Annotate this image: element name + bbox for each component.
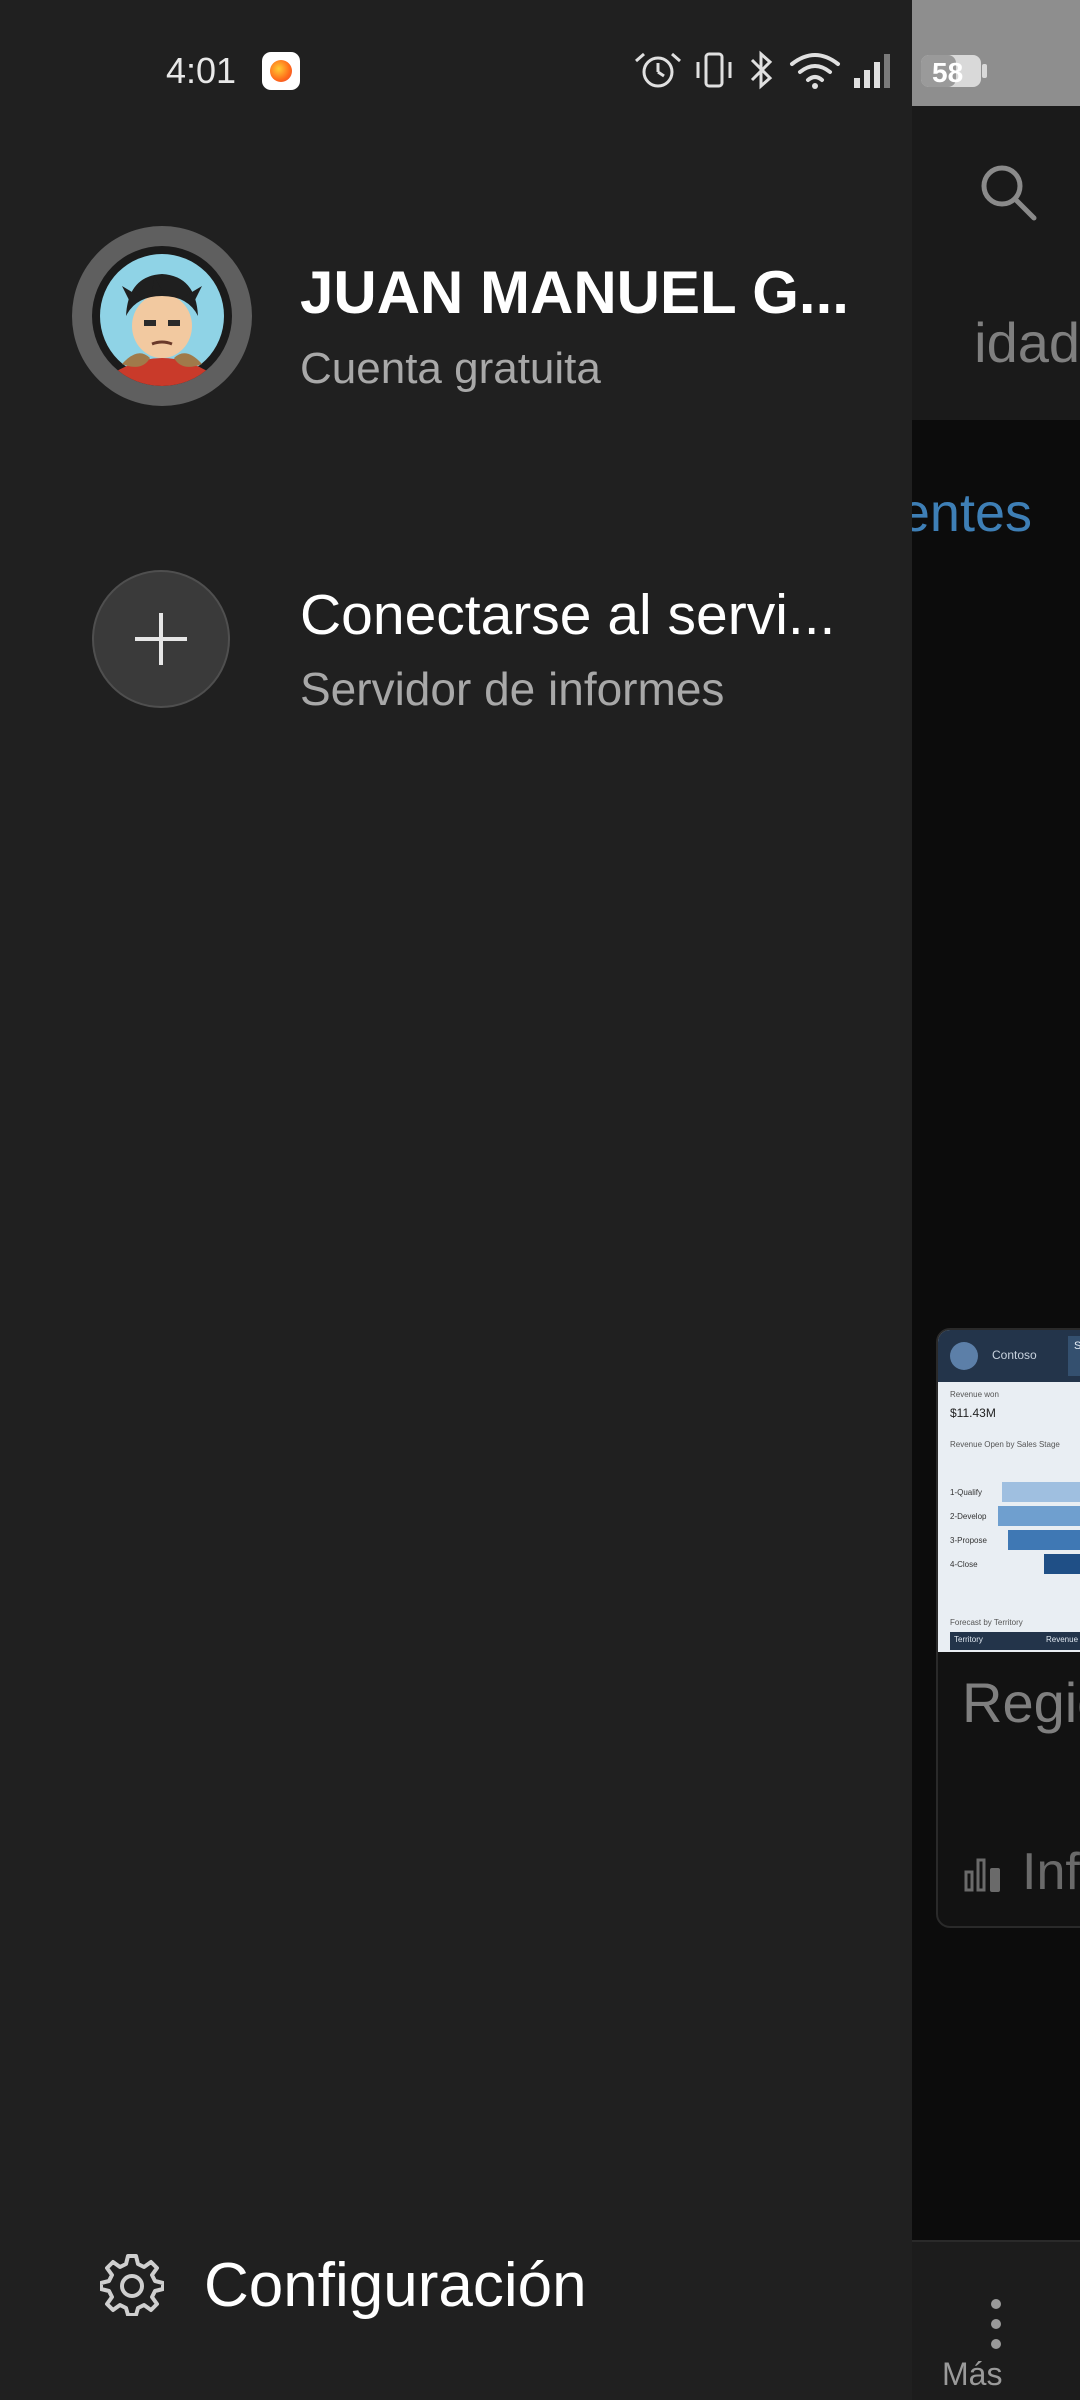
thumbnail-tag-text: SA	[1074, 1340, 1080, 1352]
report-thumbnail: Contoso SA Revenue won $11.43M Revenue O…	[938, 1330, 1080, 1652]
wifi-icon	[790, 53, 840, 82]
more-vertical-icon	[991, 2299, 1001, 2349]
report-card-title: Regio	[962, 1671, 1080, 1734]
notification-app-icon	[262, 52, 300, 90]
thumbnail-chart-title: Revenue Open by Sales Stage	[950, 1440, 1060, 1449]
thumbnail-table-col: Revenue W	[1046, 1635, 1080, 1644]
avatar[interactable]	[72, 226, 252, 406]
plus-icon	[135, 613, 187, 665]
more-label: Más	[942, 2356, 1003, 2392]
thumbnail-kpi-label: Revenue won	[950, 1390, 999, 1399]
report-type-icon	[964, 1858, 1000, 1892]
thumbnail-tag: SA	[1068, 1336, 1080, 1376]
thumbnail-category: 3-Propose	[950, 1536, 987, 1545]
status-bar: 4:01 58	[0, 0, 1080, 106]
account-type-label: Cuenta gratuita	[300, 344, 601, 393]
add-server-button[interactable]	[92, 570, 230, 708]
gear-icon	[100, 2254, 164, 2316]
signal-icon	[854, 54, 890, 88]
profile-name[interactable]: JUAN MANUEL G...	[300, 258, 880, 327]
report-card-type: Info	[1022, 1843, 1080, 1901]
thumbnail-brand: Contoso	[992, 1348, 1037, 1362]
thumbnail-footer-title: Forecast by Territory	[950, 1618, 1023, 1627]
thumbnail-table-header: Territory Revenue W	[950, 1632, 1080, 1650]
settings-label: Configuración	[204, 2251, 587, 2320]
screen: idad entes Contoso SA Revenue won $11.43…	[0, 0, 1080, 2400]
battery-indicator: 58	[920, 52, 990, 90]
thumbnail-category: 1-Qualify	[950, 1488, 983, 1497]
connect-server-subtitle: Servidor de informes	[300, 663, 725, 715]
thumbnail-bar	[1008, 1530, 1080, 1550]
navigation-drawer: JUAN MANUEL G... Cuenta gratuita Conecta…	[0, 0, 912, 2400]
contoso-logo-icon	[950, 1342, 978, 1370]
thumbnail-kpi-value: $11.43M	[950, 1406, 996, 1420]
thumbnail-category: 2-Develop	[950, 1512, 987, 1521]
thumbnail-table-col: Territory	[954, 1635, 983, 1644]
settings-menu-item[interactable]: Configuración	[90, 2236, 850, 2336]
thumbnail-bar	[1002, 1482, 1080, 1502]
connect-server-title[interactable]: Conectarse al servi...	[300, 582, 880, 648]
bluetooth-icon	[750, 50, 773, 90]
alarm-icon	[635, 52, 681, 88]
thumbnail-header: Contoso SA	[938, 1330, 1080, 1382]
thumbnail-bar	[998, 1506, 1080, 1526]
bottom-nav-more[interactable]: Más	[912, 2240, 1080, 2400]
battery-level: 58	[932, 57, 964, 88]
profile-picture-icon	[100, 254, 224, 386]
avatar-image	[92, 246, 232, 386]
search-icon[interactable]	[976, 160, 1040, 224]
status-time: 4:01	[166, 50, 237, 91]
thumbnail-category: 4-Close	[950, 1560, 978, 1569]
thumbnail-bar	[1044, 1554, 1080, 1574]
report-card[interactable]: Contoso SA Revenue won $11.43M Revenue O…	[936, 1328, 1080, 1928]
vibrate-icon	[696, 52, 732, 88]
